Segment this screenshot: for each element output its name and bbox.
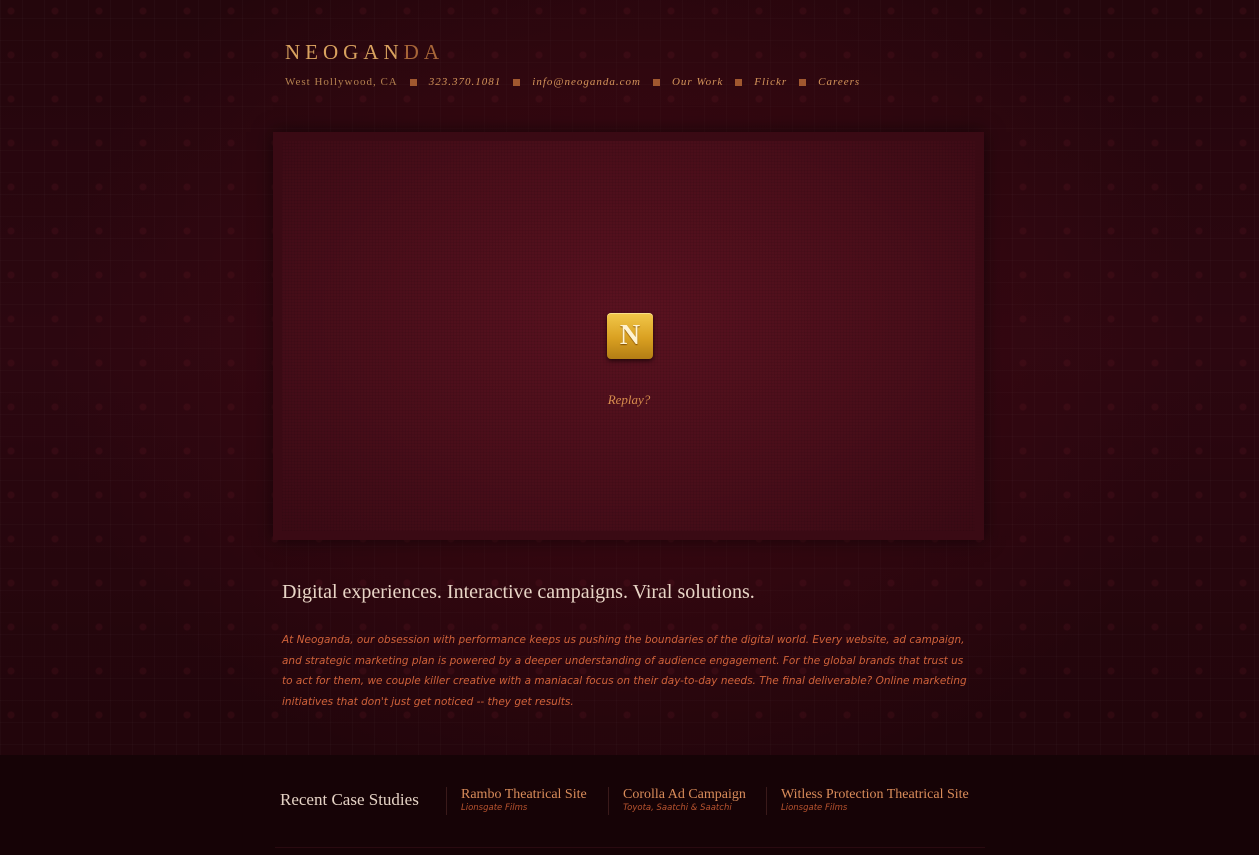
case-client: Lionsgate Films xyxy=(781,803,848,813)
tagline: Digital experiences. Interactive campaig… xyxy=(282,581,755,603)
intro-paragraph: At Neoganda, our obsession with performa… xyxy=(282,634,967,708)
page: NEOGANDA West Hollywood, CA 323.370.1081… xyxy=(0,0,1259,855)
nav-careers[interactable]: Careers xyxy=(818,76,860,88)
nav-our-work[interactable]: Our Work xyxy=(672,76,723,88)
case-client: Toyota, Saatchi & Saatchi xyxy=(623,803,732,813)
phone-link[interactable]: 323.370.1081 xyxy=(429,76,502,88)
location-text: West Hollywood, CA xyxy=(285,76,398,88)
nav-flickr[interactable]: Flickr xyxy=(754,76,787,88)
footer: Recent Case Studies Rambo Theatrical Sit… xyxy=(0,755,1259,855)
nav-separator xyxy=(409,78,417,86)
replay-link[interactable]: Replay? xyxy=(604,392,654,408)
case-title: Corolla Ad Campaign xyxy=(623,787,746,802)
case-title: Rambo Theatrical Site xyxy=(461,787,587,802)
case-client: Lionsgate Films xyxy=(461,803,528,813)
case-study-rambo[interactable]: Rambo Theatrical Site Lionsgate Films xyxy=(446,787,587,815)
nav-separator xyxy=(652,78,660,86)
logo-part-2: DA xyxy=(403,40,444,64)
email-link[interactable]: info@neoganda.com xyxy=(532,76,641,88)
top-nav: West Hollywood, CA 323.370.1081 info@neo… xyxy=(285,74,860,90)
nav-separator xyxy=(735,78,743,86)
nav-separator xyxy=(513,78,521,86)
site-logo[interactable]: NEOGANDA xyxy=(285,40,444,65)
n-logo-icon[interactable]: N xyxy=(607,313,653,359)
nav-separator xyxy=(799,78,807,86)
recent-case-studies-title: Recent Case Studies xyxy=(280,790,419,809)
case-study-corolla[interactable]: Corolla Ad Campaign Toyota, Saatchi & Sa… xyxy=(608,787,746,815)
case-study-witless[interactable]: Witless Protection Theatrical Site Lions… xyxy=(766,787,969,815)
logo-part-1: NEOGAN xyxy=(285,40,404,64)
footer-divider xyxy=(275,847,985,848)
case-title: Witless Protection Theatrical Site xyxy=(781,787,969,802)
